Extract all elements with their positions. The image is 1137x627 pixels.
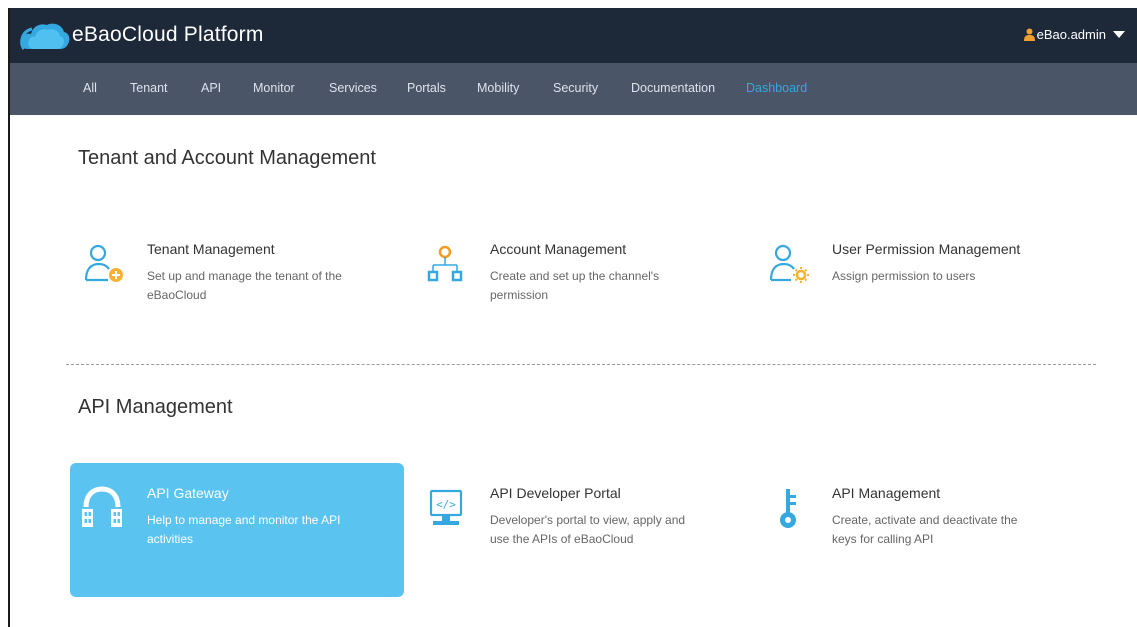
card-title: User Permission Management (832, 241, 1021, 257)
card-title: Account Management (490, 241, 627, 257)
user-settings-icon (769, 244, 809, 283)
section-divider (66, 364, 1096, 365)
card-title: Tenant Management (147, 241, 275, 257)
user-icon (1023, 28, 1035, 41)
platform-title: eBaoCloud Platform (72, 23, 264, 46)
section-title-tenant-account: Tenant and Account Management (78, 147, 376, 169)
card-description: Assign permission to users (832, 269, 976, 283)
nav-item-tenant[interactable]: Tenant (130, 81, 168, 95)
nav-item-security[interactable]: Security (553, 81, 598, 95)
card-api-gateway[interactable]: API Gateway Help to manage and monitor t… (70, 463, 404, 597)
card-account-management[interactable]: Account Management Create and set up the… (413, 219, 747, 353)
card-description: Help to manage and monitor the API activ… (147, 513, 341, 546)
card-title: API Gateway (147, 485, 229, 501)
app-window: eBaoCloud Platform eBao.admin All Tenant… (8, 8, 1137, 627)
nav-item-portals[interactable]: Portals (407, 81, 446, 95)
user-add-icon (84, 244, 123, 282)
card-title: API Developer Portal (490, 485, 621, 501)
card-description: Set up and manage the tenant of the eBao… (147, 269, 342, 302)
nav-item-dashboard[interactable]: Dashboard (746, 81, 807, 95)
cloud-logo-icon (20, 23, 70, 50)
username-label: eBao.admin (1036, 27, 1106, 42)
nav-item-mobility[interactable]: Mobility (477, 81, 519, 95)
card-api-key-management[interactable]: API Management Create, activate and deac… (755, 463, 1089, 597)
nav-item-services[interactable]: Services (329, 81, 377, 95)
card-api-developer-portal[interactable]: </> API Developer Portal Developer's por… (413, 463, 747, 597)
top-bar: eBaoCloud Platform eBao.admin (8, 8, 1137, 63)
card-tenant-management[interactable]: Tenant Management Set up and manage the … (70, 219, 404, 353)
chevron-down-icon[interactable] (1113, 31, 1125, 38)
code-monitor-icon: </> (429, 489, 463, 525)
main-nav: All Tenant API Monitor Services Portals … (8, 63, 1137, 115)
svg-text:</>: </> (436, 498, 456, 511)
nav-item-documentation[interactable]: Documentation (631, 81, 715, 95)
org-chart-icon (427, 245, 463, 282)
section-title-api-management: API Management (78, 396, 233, 418)
card-description: Developer's portal to view, apply and us… (490, 513, 686, 546)
card-description: Create and set up the channel's permissi… (490, 269, 660, 302)
card-user-permission-management[interactable]: User Permission Management Assign permis… (755, 219, 1089, 353)
nav-item-monitor[interactable]: Monitor (253, 81, 295, 95)
nav-item-all[interactable]: All (83, 81, 97, 95)
gateway-icon (82, 486, 122, 527)
card-title: API Management (832, 485, 941, 501)
card-description: Create, activate and deactivate the keys… (832, 513, 1018, 546)
nav-item-api[interactable]: API (201, 81, 221, 95)
user-menu[interactable]: eBao.admin (1023, 27, 1125, 42)
key-icon (780, 489, 796, 528)
